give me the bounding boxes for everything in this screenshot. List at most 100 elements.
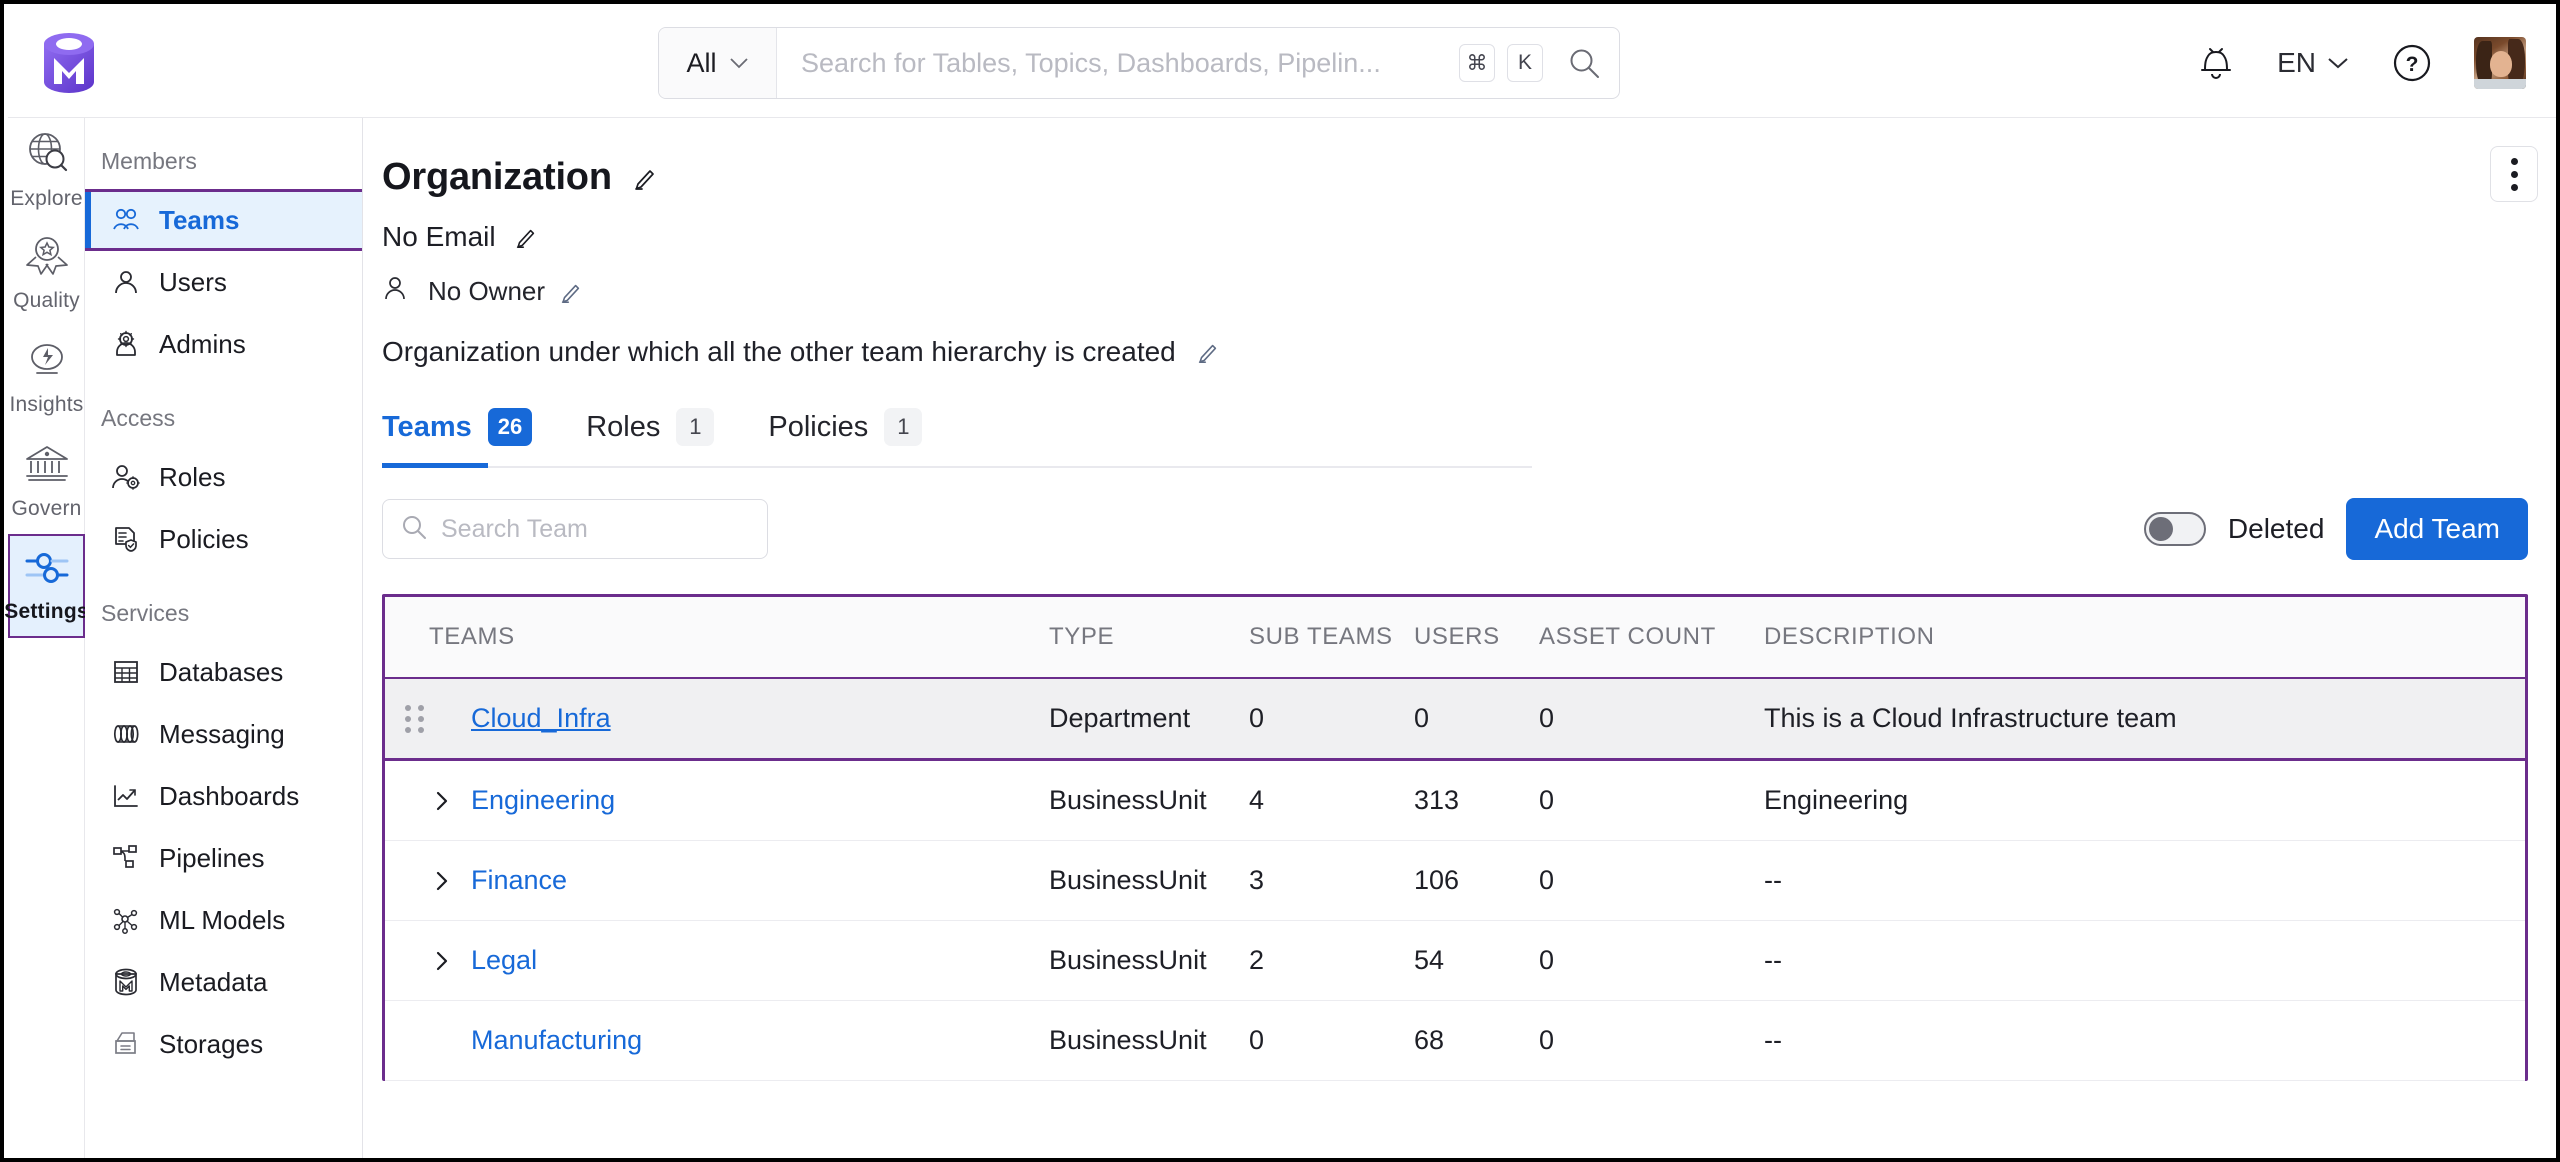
cell-users: 54 xyxy=(1414,920,1539,1001)
cell-team[interactable]: Manufacturing xyxy=(429,1000,1049,1081)
search-scope-select[interactable]: All xyxy=(659,28,777,98)
more-options-button[interactable] xyxy=(2490,146,2538,202)
table-row[interactable]: Engineering BusinessUnit 4 313 0 Enginee… xyxy=(385,759,2525,841)
openmetadata-logo-icon[interactable] xyxy=(38,30,100,96)
search-team-input-wrap[interactable]: Search Team xyxy=(382,499,768,559)
search-field[interactable]: Search for Tables, Topics, Dashboards, P… xyxy=(777,28,1619,98)
toggle-knob xyxy=(2148,517,2173,541)
settings-sidebar: Members Teams Users Admins Access Roles … xyxy=(85,118,363,1158)
rail-item-settings[interactable]: Settings xyxy=(4,534,89,638)
deleted-toggle[interactable] xyxy=(2143,512,2206,546)
help-icon[interactable]: ? xyxy=(2392,43,2432,83)
bell-icon[interactable] xyxy=(2197,43,2235,83)
chevron-right-icon[interactable] xyxy=(429,870,455,892)
tab-label: Roles xyxy=(586,410,661,443)
team-name-link[interactable]: Engineering xyxy=(471,785,615,816)
cell-users: 313 xyxy=(1414,759,1539,841)
app-window: All Search for Tables, Topics, Dashboard… xyxy=(0,0,2560,1162)
sidebar-item-ml-models[interactable]: ML Models xyxy=(85,889,362,951)
tab-roles[interactable]: Roles 1 xyxy=(586,408,715,466)
organization-owner: No Owner xyxy=(428,276,546,306)
tab-label: Policies xyxy=(768,410,869,443)
team-name-link[interactable]: Manufacturing xyxy=(471,1025,642,1056)
edit-owner-pencil-icon[interactable] xyxy=(559,280,583,304)
search-scope-label: All xyxy=(686,47,717,78)
table-row[interactable]: Cloud_Infra Department 0 0 0 This is a C… xyxy=(385,677,2525,761)
sidebar-item-storages[interactable]: Storages xyxy=(85,1013,362,1075)
edit-description-pencil-icon[interactable] xyxy=(1196,340,1220,364)
cell-description: This is a Cloud Infrastructure team xyxy=(1764,677,2525,761)
chevron-right-icon[interactable] xyxy=(429,950,455,972)
sliders-icon xyxy=(22,548,72,593)
col-description: DESCRIPTION xyxy=(1764,597,2525,679)
tab-teams[interactable]: Teams 26 xyxy=(382,408,533,466)
sidebar-item-label: Admins xyxy=(159,328,246,359)
edit-title-pencil-icon[interactable] xyxy=(632,165,658,191)
sidebar-item-admins[interactable]: Admins xyxy=(85,313,362,375)
sidebar-item-dashboards[interactable]: Dashboards xyxy=(85,765,362,827)
ml-model-icon xyxy=(111,906,141,934)
sidebar-item-metadata[interactable]: Metadata xyxy=(85,951,362,1013)
search-input[interactable]: Search for Tables, Topics, Dashboards, P… xyxy=(801,48,1447,79)
chevron-down-icon xyxy=(2326,56,2350,70)
tab-policies[interactable]: Policies 1 xyxy=(768,408,923,466)
language-selector[interactable]: EN xyxy=(2277,47,2350,79)
cell-type: BusinessUnit xyxy=(1049,759,1249,841)
sidebar-item-messaging[interactable]: Messaging xyxy=(85,703,362,765)
kbd-k: K xyxy=(1507,44,1543,82)
award-ribbon-icon xyxy=(24,235,70,282)
row-drag-handle-cell xyxy=(385,920,429,1001)
cell-type: Department xyxy=(1049,677,1249,761)
sidebar-item-label: Storages xyxy=(159,1028,264,1059)
drag-handle-icon[interactable] xyxy=(405,704,429,733)
sidebar-item-databases[interactable]: Databases xyxy=(85,641,362,703)
deleted-toggle-label: Deleted xyxy=(2227,513,2325,544)
add-team-button[interactable]: Add Team xyxy=(2346,498,2528,560)
cell-team[interactable]: Cloud_Infra xyxy=(429,677,1049,761)
page-title: Organization xyxy=(382,156,612,198)
search-icon[interactable] xyxy=(1567,46,1601,80)
cell-sub-teams: 2 xyxy=(1249,920,1414,1001)
sidebar-item-users[interactable]: Users xyxy=(85,251,362,313)
table-row[interactable]: Manufacturing BusinessUnit 0 68 0 -- xyxy=(385,1000,2525,1081)
globe-search-icon xyxy=(24,129,70,180)
global-search[interactable]: All Search for Tables, Topics, Dashboard… xyxy=(658,27,1620,99)
cell-team[interactable]: Engineering xyxy=(429,759,1049,841)
speech-bolt-icon xyxy=(24,339,70,386)
rail-item-explore[interactable]: Explore xyxy=(8,118,85,222)
cell-team[interactable]: Legal xyxy=(429,920,1049,1001)
svg-text:?: ? xyxy=(2406,53,2419,76)
cell-team[interactable]: Finance xyxy=(429,840,1049,921)
kebab-dot xyxy=(2510,170,2518,178)
avatar[interactable] xyxy=(2474,37,2526,89)
organization-email: No Email xyxy=(382,221,496,252)
subnav-group-title: Members xyxy=(101,148,197,174)
person-icon xyxy=(111,268,141,296)
table-row[interactable]: Legal BusinessUnit 2 54 0 -- xyxy=(385,920,2525,1001)
sidebar-item-label: Policies xyxy=(159,523,249,554)
rail-item-govern[interactable]: Govern xyxy=(8,430,85,534)
table-row[interactable]: Finance BusinessUnit 3 106 0 -- xyxy=(385,840,2525,921)
sidebar-item-pipelines[interactable]: Pipelines xyxy=(85,827,362,889)
team-name-link[interactable]: Finance xyxy=(471,865,567,896)
rail-item-quality[interactable]: Quality xyxy=(8,222,85,326)
kebab-dot xyxy=(2510,183,2518,191)
people-icon xyxy=(111,207,141,233)
sidebar-item-policies[interactable]: Policies xyxy=(85,508,362,570)
row-drag-handle-cell xyxy=(385,840,429,921)
team-name-link[interactable]: Cloud_Infra xyxy=(471,703,611,734)
subnav-group-title: Access xyxy=(101,405,176,431)
tab-count-badge: 1 xyxy=(884,408,923,446)
sidebar-item-label: Pipelines xyxy=(159,842,265,873)
chevron-right-icon[interactable] xyxy=(429,790,455,812)
table-header-row: TEAMS TYPE SUB TEAMS USERS ASSET COUNT D… xyxy=(385,597,2525,679)
sidebar-item-roles[interactable]: Roles xyxy=(85,446,362,508)
team-name-link[interactable]: Legal xyxy=(471,945,537,976)
sidebar-item-teams[interactable]: Teams xyxy=(85,189,362,251)
rail-item-insights[interactable]: Insights xyxy=(8,326,85,430)
rail-label: Settings xyxy=(4,600,89,623)
edit-email-pencil-icon[interactable] xyxy=(514,225,538,249)
cell-asset-count: 0 xyxy=(1539,677,1764,761)
row-drag-handle-cell[interactable] xyxy=(385,677,429,761)
search-team-input[interactable]: Search Team xyxy=(441,515,588,544)
